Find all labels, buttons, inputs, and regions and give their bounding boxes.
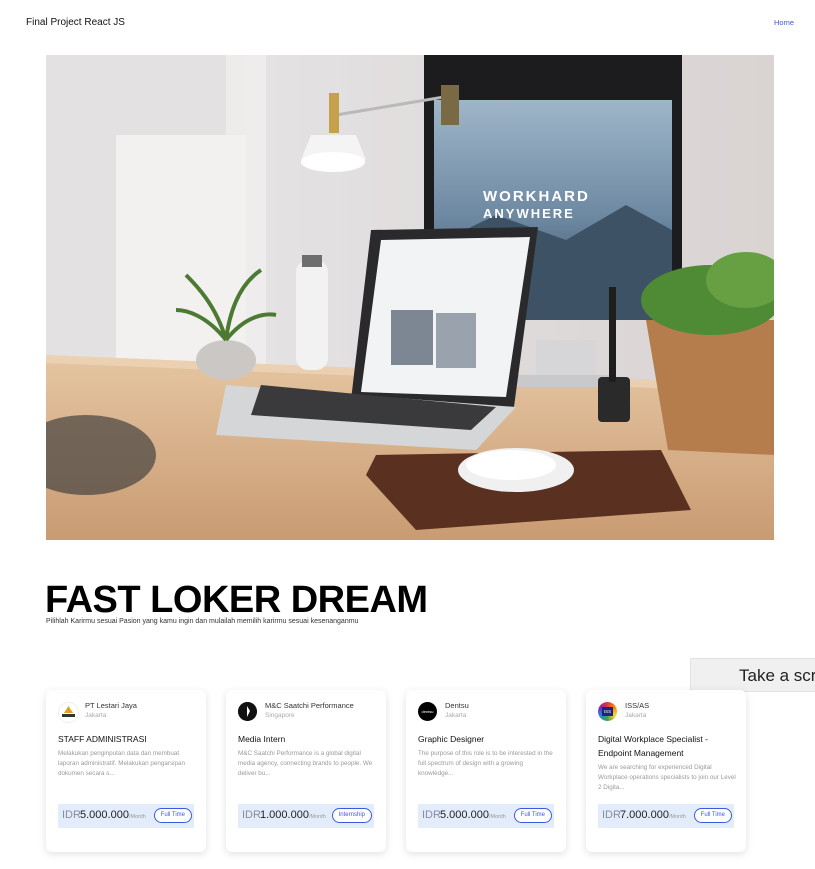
salary-amount: 7.000.000 — [620, 809, 669, 821]
job-location: Singapore — [265, 712, 295, 719]
job-description: The purpose of this role is to be intere… — [418, 750, 553, 777]
company-name: M&C Saatchi Performance — [265, 701, 354, 710]
salary-period: /Month — [669, 814, 686, 820]
salary-bar: IDR 7.000.000 /Month Full Time — [598, 804, 734, 828]
salary-amount: 5.000.000 — [440, 809, 489, 821]
company-name: PT Lestari Jaya — [85, 701, 137, 710]
hero-image: WORKHARD ANYWHERE — [46, 55, 774, 540]
company-name: Dentsu — [445, 701, 469, 710]
company-logo-text: dentsu — [421, 709, 434, 714]
job-title[interactable]: Digital Workplace Specialist - Endpoint … — [598, 732, 738, 760]
job-location: Jakarta — [445, 712, 467, 719]
salary-period: /Month — [309, 814, 326, 820]
hero-screen-text-1: WORKHARD — [483, 188, 590, 205]
salary-currency: IDR — [422, 809, 441, 821]
job-card-digital-workplace-specialist[interactable]: ISS ISS/AS Jakarta Digital Workplace Spe… — [586, 690, 746, 852]
nav-home-link[interactable]: Home — [774, 18, 794, 27]
job-card-graphic-designer[interactable]: dentsu Dentsu Jakarta Graphic Designer T… — [406, 690, 566, 852]
job-location: Jakarta — [625, 712, 647, 719]
brand-title[interactable]: Final Project React JS — [26, 17, 125, 28]
job-type-badge[interactable]: Full Time — [153, 808, 192, 823]
salary-currency: IDR — [602, 809, 621, 821]
job-description: M&C Saatchi Performance is a global digi… — [238, 750, 373, 777]
salary-bar: IDR 5.000.000 /Month Full Time — [418, 804, 554, 828]
job-type-badge[interactable]: Internship — [331, 808, 372, 823]
company-logo — [238, 702, 257, 721]
company-logo: dentsu — [418, 702, 437, 721]
salary-amount: 5.000.000 — [80, 809, 129, 821]
company-logo — [58, 702, 79, 723]
hero-screen-text-2: ANYWHERE — [483, 206, 575, 221]
salary-bar: IDR 1.000.000 /Month Internship — [238, 804, 374, 828]
job-title[interactable]: STAFF ADMINISTRASI — [58, 732, 198, 746]
job-description: Melakukan penginputan data dan membuat l… — [58, 750, 186, 777]
salary-currency: IDR — [242, 809, 261, 821]
take-screenshot-button[interactable]: Take a scr — [690, 658, 815, 692]
salary-bar: IDR 5.000.000 /Month Full Time — [58, 804, 194, 828]
job-type-badge[interactable]: Full Time — [513, 808, 552, 823]
job-description: We are searching for experienced Digital… — [598, 764, 736, 791]
navbar: Final Project React JS Home — [0, 0, 815, 46]
salary-period: /Month — [129, 814, 146, 820]
salary-currency: IDR — [62, 809, 81, 821]
job-card-staff-administrasi[interactable]: PT Lestari Jaya Jakarta STAFF ADMINISTRA… — [46, 690, 206, 852]
job-type-badge[interactable]: Full Time — [693, 808, 732, 823]
page-title: FAST LOKER DREAM — [45, 579, 428, 621]
job-title[interactable]: Media Intern — [238, 732, 378, 746]
page-subtitle: Pilihlah Karirmu sesuai Pasion yang kamu… — [46, 618, 359, 625]
job-location: Jakarta — [85, 712, 107, 719]
company-logo: ISS — [598, 702, 617, 721]
company-logo-text: ISS — [602, 707, 613, 716]
job-card-media-intern[interactable]: M&C Saatchi Performance Singapore Media … — [226, 690, 386, 852]
company-name: ISS/AS — [625, 701, 650, 710]
salary-amount: 1.000.000 — [260, 809, 309, 821]
salary-period: /Month — [489, 814, 506, 820]
job-title[interactable]: Graphic Designer — [418, 732, 558, 746]
